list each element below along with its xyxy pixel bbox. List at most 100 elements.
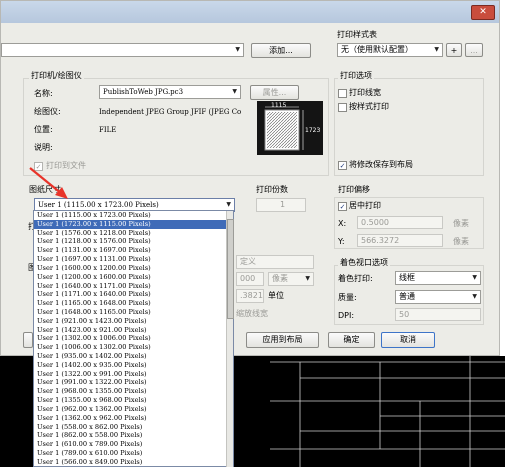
shaded-viewport-label: 着色视口选项 <box>338 257 390 269</box>
paper-size-option[interactable]: User 1 (1165.00 x 1648.00 Pixels) <box>34 299 233 308</box>
copies-input[interactable]: 1 <box>256 198 306 212</box>
dropdown-scrollbar[interactable] <box>226 211 233 467</box>
paper-size-option[interactable]: User 1 (862.00 x 558.00 Pixels) <box>34 431 233 440</box>
offset-x-input[interactable]: 0.5000 <box>357 216 443 229</box>
page-setup-name-select[interactable]: ▼ <box>1 43 244 57</box>
paper-size-option[interactable]: User 1 (962.00 x 1362.00 Pixels) <box>34 405 233 414</box>
paper-size-option[interactable]: User 1 (1648.00 x 1165.00 Pixels) <box>34 308 233 317</box>
scale-value-input[interactable]: 000 <box>236 272 264 286</box>
paper-size-option[interactable]: User 1 (1200.00 x 1600.00 Pixels) <box>34 273 233 282</box>
dpi-label: DPI: <box>338 310 354 322</box>
offset-y-label: Y: <box>338 236 345 248</box>
paper-size-option[interactable]: User 1 (1423.00 x 921.00 Pixels) <box>34 326 233 335</box>
save-changes-checkbox[interactable]: ✓ <box>338 161 347 170</box>
paper-size-option[interactable]: User 1 (1006.00 x 1302.00 Pixels) <box>34 343 233 352</box>
plot-style-select[interactable]: 无（使用默认配置） ▼ <box>337 43 443 57</box>
paper-size-option[interactable]: User 1 (1402.00 x 935.00 Pixels) <box>34 361 233 370</box>
paper-size-option[interactable]: User 1 (968.00 x 1355.00 Pixels) <box>34 387 233 396</box>
plot-style-edit-button[interactable]: + <box>446 43 462 57</box>
paper-size-option[interactable]: User 1 (1723.00 x 1115.00 Pixels) <box>34 220 233 229</box>
offset-x-label: X: <box>338 218 346 230</box>
location-value: FILE <box>99 124 116 136</box>
paper-size-option[interactable]: User 1 (1218.00 x 1576.00 Pixels) <box>34 237 233 246</box>
preview-width-text: 1115 <box>271 102 286 109</box>
paper-size-option[interactable]: User 1 (1362.00 x 962.00 Pixels) <box>34 414 233 423</box>
paper-size-option[interactable]: User 1 (1322.00 x 991.00 Pixels) <box>34 370 233 379</box>
shade-plot-select[interactable]: 线框 ▼ <box>395 271 481 285</box>
annotation-arrow-icon <box>24 164 74 204</box>
chevron-down-icon: ▼ <box>305 273 310 285</box>
paper-size-option[interactable]: User 1 (935.00 x 1402.00 Pixels) <box>34 352 233 361</box>
apply-to-layout-button[interactable]: 应用到布局 <box>246 332 319 348</box>
plotter-label: 绘图仪: <box>34 106 61 118</box>
description-label: 说明: <box>34 142 53 154</box>
quality-select[interactable]: 普通 ▼ <box>395 290 481 304</box>
offset-y-input[interactable]: 566.3272 <box>357 234 443 247</box>
dpi-input[interactable]: 50 <box>395 308 481 321</box>
chevron-down-icon: ▼ <box>232 86 237 98</box>
plot-offset-label: 打印偏移 <box>338 184 370 196</box>
chevron-down-icon: ▼ <box>235 44 240 56</box>
shade-plot-value: 线框 <box>399 273 415 282</box>
paper-size-option[interactable]: User 1 (789.00 x 610.00 Pixels) <box>34 449 233 458</box>
printer-name-value: PublishToWeb JPG.pc3 <box>103 88 183 96</box>
printer-name-label: 名称: <box>34 88 53 100</box>
paper-size-option[interactable]: User 1 (1640.00 x 1171.00 Pixels) <box>34 282 233 291</box>
chevron-down-icon: ▼ <box>434 44 439 56</box>
paper-size-dropdown-list[interactable]: User 1 (1115.00 x 1723.00 Pixels)User 1 … <box>33 210 234 467</box>
paper-size-option[interactable]: User 1 (991.00 x 1322.00 Pixels) <box>34 378 233 387</box>
printer-name-select[interactable]: PublishToWeb JPG.pc3 ▼ <box>99 85 241 99</box>
plot-style-checkbox[interactable] <box>338 103 347 112</box>
offset-x-unit: 像素 <box>453 218 469 230</box>
paper-size-option[interactable]: User 1 (1115.00 x 1723.00 Pixels) <box>34 211 233 220</box>
paper-size-option[interactable]: User 1 (1131.00 x 1697.00 Pixels) <box>34 246 233 255</box>
offset-y-unit: 像素 <box>453 236 469 248</box>
paper-size-option[interactable]: User 1 (566.00 x 849.00 Pixels) <box>34 458 233 467</box>
location-label: 位置: <box>34 124 53 136</box>
scrollbar-thumb[interactable] <box>227 219 234 319</box>
quality-label: 质量: <box>338 292 357 304</box>
close-button[interactable]: ✕ <box>471 5 495 20</box>
paper-size-option[interactable]: User 1 (921.00 x 1423.00 Pixels) <box>34 317 233 326</box>
scale-unit-select[interactable]: 像素▼ <box>268 272 314 286</box>
add-button[interactable]: 添加... <box>251 43 311 58</box>
plot-style-table-label: 打印样式表 <box>337 29 377 41</box>
paper-size-option[interactable]: User 1 (1697.00 x 1131.00 Pixels) <box>34 255 233 264</box>
scale-select[interactable]: 定义 <box>236 255 314 269</box>
preview-button[interactable] <box>23 332 33 348</box>
center-plot-label: 居中打印 <box>349 200 381 212</box>
properties-button[interactable]: 属性... <box>250 85 299 100</box>
chevron-down-icon: ▼ <box>472 272 477 284</box>
paper-preview: 1115 1723 <box>257 101 323 155</box>
paper-size-items: User 1 (1115.00 x 1723.00 Pixels)User 1 … <box>34 211 233 467</box>
scale-unit-label: 单位 <box>268 290 284 302</box>
close-icon: ✕ <box>479 7 487 17</box>
save-changes-label: 将修改保存到布局 <box>349 159 413 171</box>
plot-options-label: 打印选项 <box>338 70 374 82</box>
shade-plot-label: 着色打印: <box>338 273 373 285</box>
center-plot-checkbox[interactable]: ✓ <box>338 202 347 211</box>
paper-size-option[interactable]: User 1 (558.00 x 862.00 Pixels) <box>34 423 233 432</box>
title-bar <box>1 1 500 23</box>
scale-ratio-input[interactable]: .3821 <box>236 289 264 303</box>
plot-style-more-button[interactable]: ... <box>465 43 483 57</box>
paper-size-option[interactable]: User 1 (1171.00 x 1640.00 Pixels) <box>34 290 233 299</box>
plot-lineweight-checkbox[interactable] <box>338 89 347 98</box>
cancel-button[interactable]: 取消 <box>381 332 435 348</box>
paper-size-option[interactable]: User 1 (1576.00 x 1218.00 Pixels) <box>34 229 233 238</box>
quality-value: 普通 <box>399 292 415 301</box>
copies-label: 打印份数 <box>256 184 288 196</box>
plotter-value: Independent JPEG Group JFIF (JPEG Co <box>99 106 245 118</box>
plot-lineweight-label: 打印线宽 <box>349 87 381 99</box>
preview-height-text: 1723 <box>305 127 320 134</box>
ok-button[interactable]: 确定 <box>328 332 375 348</box>
scale-lineweight-label: 缩放线宽 <box>236 308 268 320</box>
plot-style-value: 无（使用默认配置） <box>341 45 413 54</box>
paper-size-option[interactable]: User 1 (1302.00 x 1006.00 Pixels) <box>34 334 233 343</box>
paper-size-option[interactable]: User 1 (1355.00 x 968.00 Pixels) <box>34 396 233 405</box>
paper-size-option[interactable]: User 1 (610.00 x 789.00 Pixels) <box>34 440 233 449</box>
printer-group-label: 打印机/绘图仪 <box>29 70 84 82</box>
paper-size-option[interactable]: User 1 (1600.00 x 1200.00 Pixels) <box>34 264 233 273</box>
chevron-down-icon: ▼ <box>472 291 477 303</box>
plot-style-label: 按样式打印 <box>349 101 389 113</box>
